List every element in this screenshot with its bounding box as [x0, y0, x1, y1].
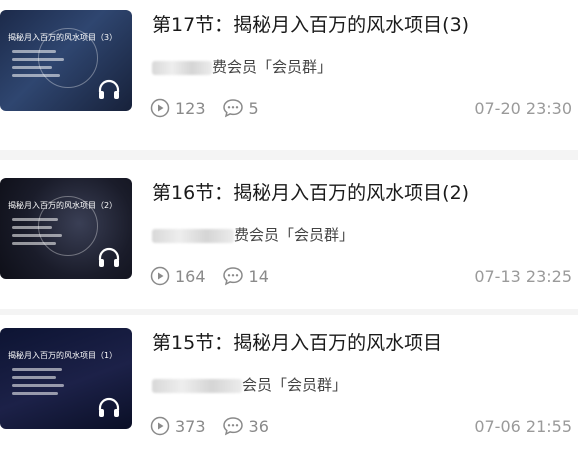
- thumbnail-text-lines: [12, 218, 62, 250]
- episode-title[interactable]: 第15节：揭秘月入百万的风水项目: [152, 328, 442, 355]
- episode-list: 揭秘月入百万的风水项目（3） 第17节：揭秘月入百万的风水项目(3) 费会员「会…: [0, 0, 578, 461]
- episode-date: 07-20 23:30: [474, 99, 572, 118]
- thumbnail-title: 揭秘月入百万的风水项目（3）: [8, 33, 118, 42]
- play-count: 123: [150, 98, 206, 118]
- comment-count-value: 14: [248, 266, 269, 286]
- comment-count[interactable]: 5: [222, 98, 259, 118]
- episode-title[interactable]: 第16节：揭秘月入百万的风水项目(2): [152, 178, 469, 205]
- thumbnail-text-lines: [12, 368, 64, 400]
- headphone-icon: [98, 79, 120, 99]
- play-icon: [150, 266, 170, 286]
- separator: [0, 309, 578, 315]
- episode-date: 07-06 21:55: [474, 417, 572, 436]
- meta-text: 会员「会员群」: [242, 376, 348, 394]
- episode-stats: 123 5: [150, 98, 275, 118]
- episode-meta: 费会员「会员群」: [152, 224, 354, 245]
- play-count-value: 164: [175, 266, 206, 286]
- episode-title[interactable]: 第17节：揭秘月入百万的风水项目(3): [152, 10, 469, 37]
- separator: [0, 150, 578, 160]
- thumbnail-text-lines: [12, 50, 64, 82]
- episode-meta: 费会员「会员群」: [152, 56, 332, 77]
- blurred-text: [152, 378, 242, 393]
- play-icon: [150, 416, 170, 436]
- comment-icon: [222, 267, 243, 286]
- list-item[interactable]: 揭秘月入百万的风水项目（2） 第16节：揭秘月入百万的风水项目(2) 费会员「会…: [0, 168, 578, 318]
- comment-count[interactable]: 36: [222, 416, 269, 436]
- episode-thumbnail[interactable]: 揭秘月入百万的风水项目（2）: [0, 178, 132, 279]
- comment-icon: [222, 417, 243, 436]
- meta-text: 费会员「会员群」: [234, 226, 355, 244]
- play-count: 164: [150, 266, 206, 286]
- comment-icon: [222, 99, 243, 118]
- thumbnail-title: 揭秘月入百万的风水项目（2）: [8, 201, 118, 210]
- blurred-text: [152, 60, 212, 75]
- meta-text: 费会员「会员群」: [212, 58, 333, 76]
- episode-stats: 373 36: [150, 416, 285, 436]
- play-count: 373: [150, 416, 206, 436]
- comment-count[interactable]: 14: [222, 266, 269, 286]
- headphone-icon: [98, 397, 120, 417]
- episode-stats: 164 14: [150, 266, 285, 286]
- headphone-icon: [98, 247, 120, 267]
- episode-meta: 会员「会员群」: [152, 374, 347, 395]
- list-item[interactable]: 揭秘月入百万的风水项目（3） 第17节：揭秘月入百万的风水项目(3) 费会员「会…: [0, 0, 578, 150]
- play-count-value: 373: [175, 416, 206, 436]
- list-item[interactable]: 揭秘月入百万的风水项目（1） 第15节：揭秘月入百万的风水项目 会员「会员群」 …: [0, 318, 578, 468]
- comment-count-value: 5: [248, 98, 259, 118]
- episode-date: 07-13 23:25: [474, 267, 572, 286]
- play-count-value: 123: [175, 98, 206, 118]
- play-icon: [150, 98, 170, 118]
- thumbnail-title: 揭秘月入百万的风水项目（1）: [8, 351, 118, 360]
- episode-thumbnail[interactable]: 揭秘月入百万的风水项目（3）: [0, 10, 132, 111]
- comment-count-value: 36: [248, 416, 269, 436]
- episode-thumbnail[interactable]: 揭秘月入百万的风水项目（1）: [0, 328, 132, 429]
- blurred-text: [152, 228, 234, 243]
